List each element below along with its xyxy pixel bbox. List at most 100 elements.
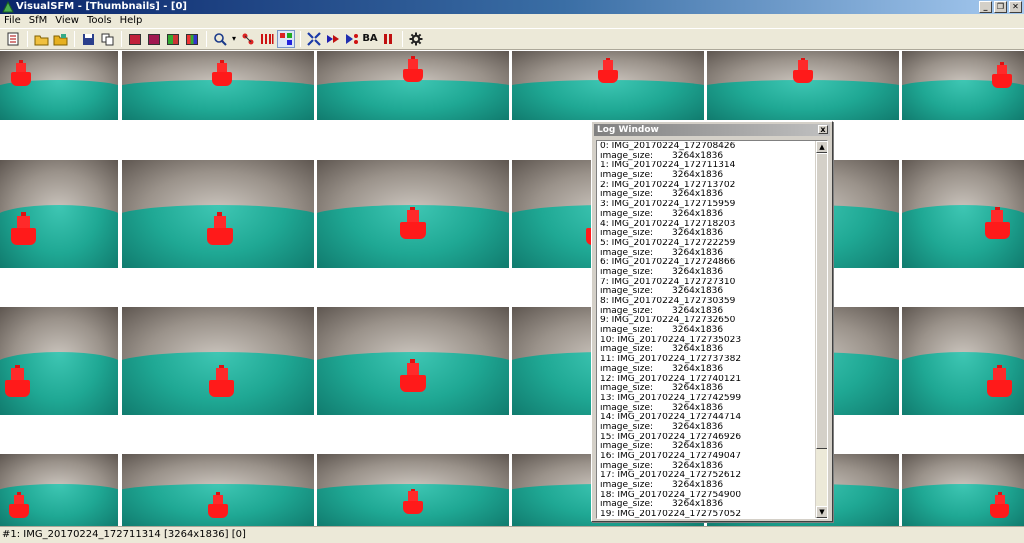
log-line-label: image_size: <box>600 248 654 258</box>
menu-view[interactable]: View <box>51 14 83 28</box>
image-thumbnail[interactable] <box>707 51 899 120</box>
image-thumbnail[interactable] <box>902 160 1024 268</box>
toolbar-separator <box>300 31 301 47</box>
boat-figure <box>403 56 423 83</box>
boat-figure <box>793 57 813 84</box>
boat-hull <box>209 380 235 398</box>
toolbar: ▾ BA <box>0 28 1024 50</box>
image-thumbnail[interactable] <box>122 160 314 268</box>
log-line: image_size: 3264x1836 <box>600 442 810 452</box>
dropdown-icon[interactable]: ▾ <box>230 30 238 48</box>
log-line-value: 3264x1836 <box>672 305 724 316</box>
title-bar[interactable]: VisualSFM - [Thumbnails] - [0] _ ❐ ✕ <box>0 0 1024 14</box>
settings-icon[interactable] <box>407 30 425 48</box>
menu-sfm[interactable]: SfM <box>25 14 52 28</box>
image-thumbnail[interactable] <box>317 454 509 526</box>
log-line-value: 3264x1836 <box>672 402 724 413</box>
log-line-value: 3264x1836 <box>672 480 724 491</box>
image-thumbnail[interactable] <box>902 307 1024 415</box>
close-button[interactable]: ✕ <box>1009 1 1022 13</box>
match-icon[interactable] <box>239 30 257 48</box>
log-line-label: image_size: <box>600 151 654 161</box>
view-b-icon[interactable] <box>145 30 163 48</box>
boat-hull <box>208 504 228 518</box>
menu-tools[interactable]: Tools <box>83 14 116 28</box>
image-thumbnail[interactable] <box>512 51 704 120</box>
log-text-area[interactable]: 0: IMG_20170224_172708426 image_size: 3264… <box>596 140 828 519</box>
boat-hull <box>400 222 426 240</box>
view-d-icon[interactable] <box>183 30 201 48</box>
log-line-label: 0: IMG_20170224_172708426 <box>600 142 736 151</box>
log-line: image_size: 3264x1836 <box>600 209 810 220</box>
image-thumbnail[interactable] <box>902 51 1024 120</box>
boat-figure <box>211 59 232 86</box>
menu-file[interactable]: File <box>0 14 25 28</box>
image-thumbnail[interactable] <box>122 51 314 120</box>
boat-figure <box>11 59 32 86</box>
save-icon[interactable] <box>79 30 97 48</box>
log-icon[interactable] <box>4 30 22 48</box>
scroll-up-icon[interactable]: ▲ <box>816 141 827 153</box>
log-scrollbar[interactable]: ▲ ▼ <box>815 141 827 518</box>
log-line-label: 9: IMG_20170224_172732650 <box>600 316 736 326</box>
log-line: image_size: 3264x1836 <box>600 402 810 414</box>
image-thumbnail[interactable] <box>0 307 118 415</box>
menu-help[interactable]: Help <box>116 14 147 28</box>
log-line-label: 1: IMG_20170224_172711314 <box>600 161 736 171</box>
log-line-label: image_size: <box>600 306 654 316</box>
view-c-icon[interactable] <box>164 30 182 48</box>
boat-figure <box>987 364 1013 398</box>
image-thumbnail[interactable] <box>0 454 118 526</box>
log-line-value: 3264x1836 <box>672 499 724 510</box>
image-thumbnail[interactable] <box>317 307 509 415</box>
copy-icon[interactable] <box>98 30 116 48</box>
toolbar-separator <box>74 31 75 47</box>
log-line: image_size: 3264x1836 <box>600 170 810 181</box>
log-line-label: 14: IMG_20170224_172744714 <box>600 413 742 423</box>
minimize-button[interactable]: _ <box>979 1 992 13</box>
log-line-label: image_size: <box>600 209 654 219</box>
boat-hull <box>400 374 426 392</box>
image-thumbnail[interactable] <box>122 454 314 526</box>
sfm-icon[interactable] <box>277 30 295 48</box>
log-window-title: Log Window <box>597 125 659 135</box>
arrow-icon[interactable] <box>324 30 342 48</box>
dense-icon[interactable] <box>343 30 361 48</box>
log-window-title-bar[interactable]: Log Window x <box>594 124 830 136</box>
compute-icon[interactable] <box>305 30 323 48</box>
log-close-button[interactable]: x <box>818 125 828 134</box>
log-line-label: 19: IMG_20170224_172757052 <box>600 510 742 519</box>
image-thumbnail[interactable] <box>0 160 118 268</box>
image-thumbnail[interactable] <box>317 51 509 120</box>
log-line: 19: IMG_20170224_172757052 <box>600 510 810 519</box>
app-icon <box>2 1 14 13</box>
log-line-label: image_size: <box>600 384 654 394</box>
image-thumbnail[interactable] <box>0 51 118 120</box>
boat-hull <box>403 500 423 515</box>
image-thumbnail[interactable] <box>122 307 314 415</box>
menu-bar: File SfM View Tools Help <box>0 14 1024 28</box>
image-thumbnail[interactable] <box>902 454 1024 526</box>
log-line-label: image_size: <box>600 500 654 510</box>
log-line-value: 3264x1836 <box>672 150 724 161</box>
log-line-value: 3264x1836 <box>672 247 724 258</box>
ba-button[interactable]: BA <box>362 30 378 48</box>
log-line-label: image_size: <box>600 229 654 239</box>
log-lines: 0: IMG_20170224_172708426 image_size: 3264… <box>600 142 810 519</box>
pause-icon[interactable] <box>379 30 397 48</box>
log-line-label: 16: IMG_20170224_172749047 <box>600 452 742 461</box>
boat-figure <box>11 212 37 245</box>
restore-button[interactable]: ❐ <box>994 1 1007 13</box>
view-a-icon[interactable] <box>126 30 144 48</box>
boat-figure <box>5 364 31 398</box>
image-thumbnail[interactable] <box>317 160 509 268</box>
search-icon[interactable] <box>211 30 229 48</box>
log-line-label: image_size: <box>600 326 654 336</box>
scroll-down-icon[interactable]: ▼ <box>816 506 827 518</box>
scroll-thumb[interactable] <box>816 153 827 449</box>
open-icon[interactable] <box>32 30 50 48</box>
log-line: image_size: 3264x1836 <box>600 364 810 375</box>
pairs-icon[interactable] <box>258 30 276 48</box>
open-multi-icon[interactable] <box>51 30 69 48</box>
log-line-value: 3264x1836 <box>672 286 724 297</box>
